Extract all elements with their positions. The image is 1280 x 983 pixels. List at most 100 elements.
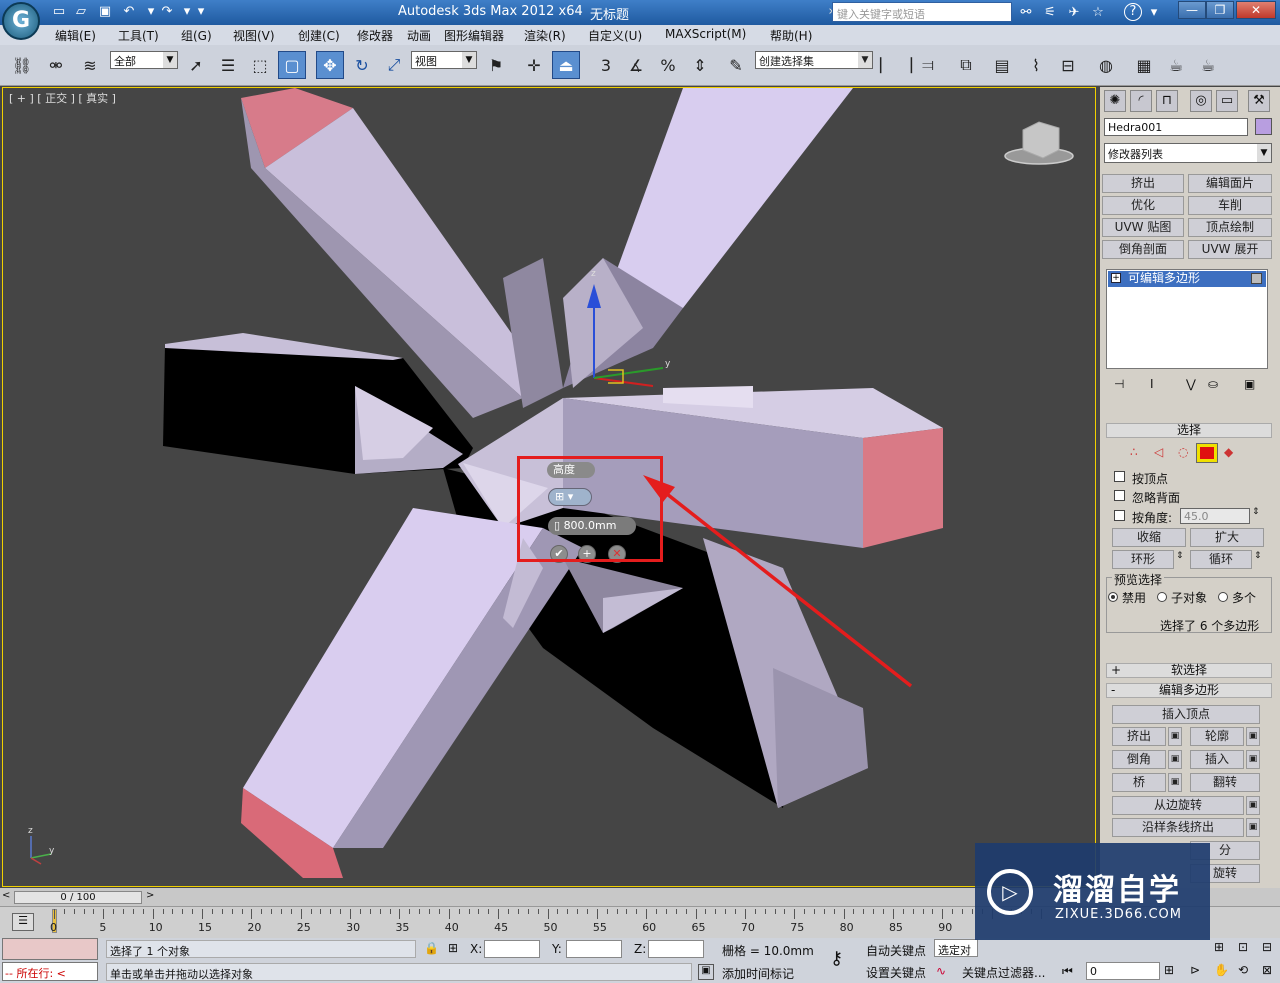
communication-center-icon[interactable]: ⚟ bbox=[1040, 3, 1060, 22]
time-slider-left-arrow[interactable]: < bbox=[2, 890, 10, 901]
edit-polygons-rollout[interactable]: - 编辑多边形 bbox=[1106, 683, 1272, 698]
modifier-button-lathe[interactable]: 车削 bbox=[1188, 196, 1272, 215]
select-and-link-icon[interactable]: ⛓ bbox=[8, 51, 36, 79]
maximize-viewport-icon[interactable]: ⊟ bbox=[1262, 940, 1272, 954]
show-end-result-icon[interactable]: Ⅰ bbox=[1150, 377, 1154, 391]
preview-multi-radio[interactable] bbox=[1218, 592, 1228, 602]
modifier-button-uvw-map[interactable]: UVW 贴图 bbox=[1102, 218, 1184, 237]
utilities-tab-icon[interactable]: ⚒ bbox=[1248, 90, 1270, 112]
select-object-icon[interactable]: ➚ bbox=[182, 51, 210, 79]
render-production-icon[interactable]: ☕ bbox=[1194, 51, 1222, 79]
extrude-button[interactable]: 挤出 bbox=[1112, 727, 1166, 746]
loop-button[interactable]: 循环 bbox=[1190, 550, 1252, 569]
bind-to-space-warp-icon[interactable]: ≋ bbox=[76, 51, 104, 79]
binoculars-icon[interactable]: ⚯ bbox=[1016, 3, 1036, 22]
by-angle-checkbox[interactable] bbox=[1114, 510, 1125, 521]
modifier-button-extrude[interactable]: 挤出 bbox=[1102, 174, 1184, 193]
remove-modifier-icon[interactable]: ⛀ bbox=[1208, 377, 1218, 391]
insert-vertex-button[interactable]: 插入顶点 bbox=[1112, 705, 1260, 724]
schematic-view-icon[interactable]: ⊟ bbox=[1054, 51, 1082, 79]
mini-curve-editor-icon[interactable]: ☰ bbox=[12, 913, 34, 931]
lock-selection-icon[interactable]: 🔒 bbox=[424, 941, 439, 955]
rendered-frame-window-icon[interactable]: ☕ bbox=[1162, 51, 1190, 79]
help-icon[interactable]: ? bbox=[1124, 3, 1142, 21]
modifier-button-optimize[interactable]: 优化 bbox=[1102, 196, 1184, 215]
key-filter-curve-icon[interactable]: ∿ bbox=[936, 964, 946, 978]
snaps-toggle-icon[interactable]: 3 bbox=[592, 51, 620, 79]
mirror-icon[interactable]: ⎸⎹ bbox=[880, 51, 912, 79]
named-selection-set-dropdown[interactable]: 创建选择集 ▼ bbox=[755, 51, 873, 69]
border-mode-icon[interactable]: ◌ bbox=[1178, 445, 1188, 459]
bevel-button[interactable]: 倒角 bbox=[1112, 750, 1166, 769]
spinner-snap-icon[interactable]: ⇕ bbox=[686, 51, 714, 79]
search-input[interactable]: 键入关键字或短语 bbox=[832, 2, 1012, 22]
maximize-button[interactable]: ❐ bbox=[1206, 1, 1234, 19]
hinge-from-edge-button[interactable]: 从边旋转 bbox=[1112, 796, 1244, 815]
select-and-rotate-icon[interactable]: ↻ bbox=[348, 51, 376, 79]
window-crossing-icon[interactable]: ▢ bbox=[278, 51, 306, 79]
customize-quick-access-icon[interactable]: ▾ bbox=[192, 3, 210, 21]
menu-customize[interactable]: 自定义(U) bbox=[588, 27, 642, 44]
preview-subobject-radio[interactable] bbox=[1157, 592, 1167, 602]
soft-selection-rollout[interactable]: + 软选择 bbox=[1106, 663, 1272, 678]
maxscript-line[interactable]: -- 所在行: < bbox=[2, 962, 98, 981]
bridge-settings-icon[interactable]: ▣ bbox=[1168, 773, 1182, 792]
flip-button[interactable]: 翻转 bbox=[1190, 773, 1260, 792]
menu-animation[interactable]: 动画 bbox=[407, 27, 431, 44]
extrude-settings-icon[interactable]: ▣ bbox=[1168, 727, 1182, 746]
pan-hand-icon[interactable]: ✋ bbox=[1214, 963, 1229, 977]
hierarchy-tab-icon[interactable]: ⊓ bbox=[1156, 90, 1178, 112]
modifier-button-bevel-profile[interactable]: 倒角剖面 bbox=[1102, 240, 1184, 259]
create-tab-icon[interactable]: ✺ bbox=[1104, 90, 1126, 112]
absolute-mode-icon[interactable]: ⊞ bbox=[448, 941, 458, 955]
select-by-name-icon[interactable]: ☰ bbox=[214, 51, 242, 79]
graphite-modeling-tools-icon[interactable]: ▤ bbox=[988, 51, 1016, 79]
modifier-button-vertex-paint[interactable]: 顶点绘制 bbox=[1188, 218, 1272, 237]
ring-button[interactable]: 环形 bbox=[1112, 550, 1174, 569]
orbit-icon[interactable]: ⟲ bbox=[1238, 963, 1248, 977]
preview-disabled-radio[interactable] bbox=[1108, 592, 1118, 602]
modifier-button-unwrap-uvw[interactable]: UVW 展开 bbox=[1188, 240, 1272, 259]
angle-spinner[interactable]: 45.0 bbox=[1180, 508, 1250, 524]
new-file-icon[interactable]: ▭ bbox=[50, 3, 68, 21]
field-of-view-icon[interactable]: ⊳ bbox=[1190, 963, 1200, 977]
object-color-swatch[interactable] bbox=[1255, 118, 1272, 135]
y-coord-field[interactable] bbox=[566, 940, 622, 958]
minimize-button[interactable]: — bbox=[1178, 1, 1206, 19]
menu-group[interactable]: 组(G) bbox=[181, 27, 212, 44]
select-and-scale-icon[interactable]: ⤢ bbox=[380, 51, 408, 79]
auto-key-button[interactable]: 自动关键点 bbox=[866, 942, 926, 959]
undo-icon[interactable]: ↶ bbox=[120, 3, 138, 21]
element-mode-icon[interactable]: ◆ bbox=[1224, 445, 1233, 459]
percent-snap-icon[interactable]: % bbox=[654, 51, 682, 79]
zoom-extents-icon[interactable]: ⊞ bbox=[1214, 940, 1224, 954]
stack-item-toggle[interactable] bbox=[1251, 273, 1262, 284]
go-to-start-icon[interactable]: ⏮ bbox=[1062, 964, 1073, 979]
select-and-manipulate-icon[interactable]: ✛ bbox=[520, 51, 548, 79]
rectangular-selection-icon[interactable]: ⬚ bbox=[246, 51, 274, 79]
selection-filter-dropdown[interactable]: 全部 ▼ bbox=[110, 51, 178, 69]
pin-stack-icon[interactable]: ⊣ bbox=[1114, 377, 1124, 391]
extrude-spline-settings-icon[interactable]: ▣ bbox=[1246, 818, 1260, 837]
menu-views[interactable]: 视图(V) bbox=[233, 27, 275, 44]
material-editor-icon[interactable]: ◍ bbox=[1092, 51, 1120, 79]
maximize-toggle-icon[interactable]: ⊠ bbox=[1262, 963, 1272, 977]
curve-editor-icon[interactable]: ⌇ bbox=[1022, 51, 1050, 79]
ignore-backfacing-checkbox[interactable] bbox=[1114, 490, 1125, 501]
outline-settings-icon[interactable]: ▣ bbox=[1246, 727, 1260, 746]
expand-plus-icon[interactable]: + bbox=[1111, 273, 1121, 283]
select-and-move-icon[interactable]: ✥ bbox=[316, 51, 344, 79]
zoom-extents-all-icon[interactable]: ⊡ bbox=[1238, 940, 1248, 954]
shrink-button[interactable]: 收缩 bbox=[1112, 528, 1186, 547]
ring-spinner-icon[interactable]: ⇕ bbox=[1176, 551, 1184, 561]
extrude-along-spline-button[interactable]: 沿样条线挤出 bbox=[1112, 818, 1244, 837]
reference-coordinate-dropdown[interactable]: 视图 ▼ bbox=[411, 51, 477, 69]
outline-button[interactable]: 轮廓 bbox=[1190, 727, 1244, 746]
unlink-icon[interactable]: ⚮ bbox=[42, 51, 70, 79]
modifier-list-dropdown[interactable]: 修改器列表 ▼ bbox=[1104, 143, 1272, 163]
menu-edit[interactable]: 编辑(E) bbox=[55, 27, 96, 44]
add-time-tag-label[interactable]: 添加时间标记 bbox=[722, 965, 794, 982]
inset-settings-icon[interactable]: ▣ bbox=[1246, 750, 1260, 769]
menu-create[interactable]: 创建(C) bbox=[298, 27, 340, 44]
time-configuration-icon[interactable]: ⊞ bbox=[1164, 963, 1174, 977]
